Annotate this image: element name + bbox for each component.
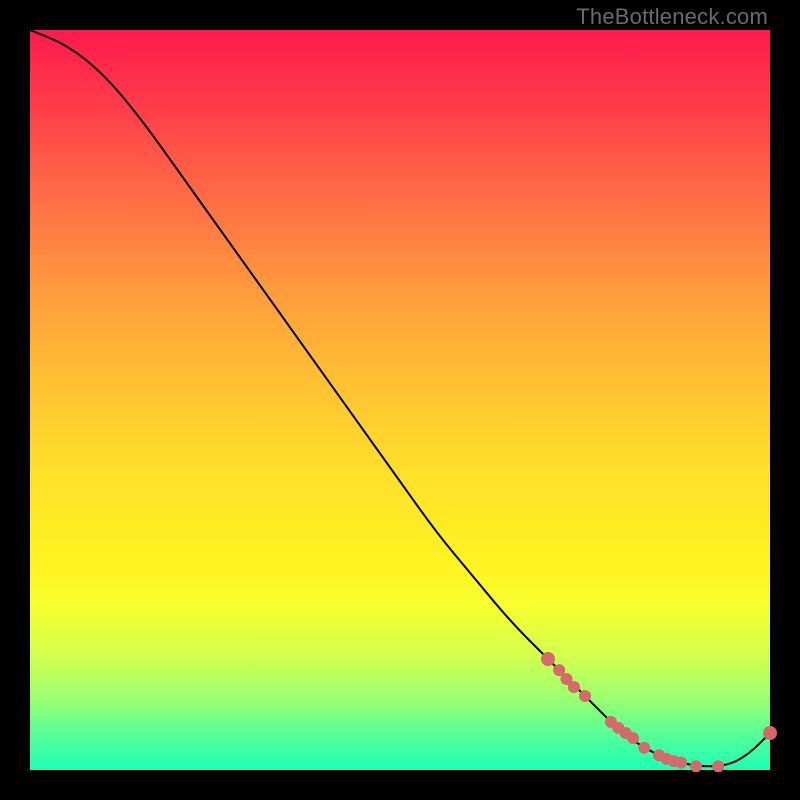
data-dot [579,690,591,702]
data-dot [675,757,687,769]
watermark-text: TheBottleneck.com [576,4,768,30]
data-dot [568,681,580,693]
data-dot [763,726,777,740]
data-dot [638,742,650,754]
plot-area [30,30,770,770]
data-dots [541,652,777,772]
bottleneck-curve [30,30,770,766]
data-dot [690,760,702,772]
data-dot [541,652,555,666]
stage: TheBottleneck.com [0,0,800,800]
chart-svg [30,30,770,770]
data-dot [627,732,639,744]
data-dot [712,760,724,772]
